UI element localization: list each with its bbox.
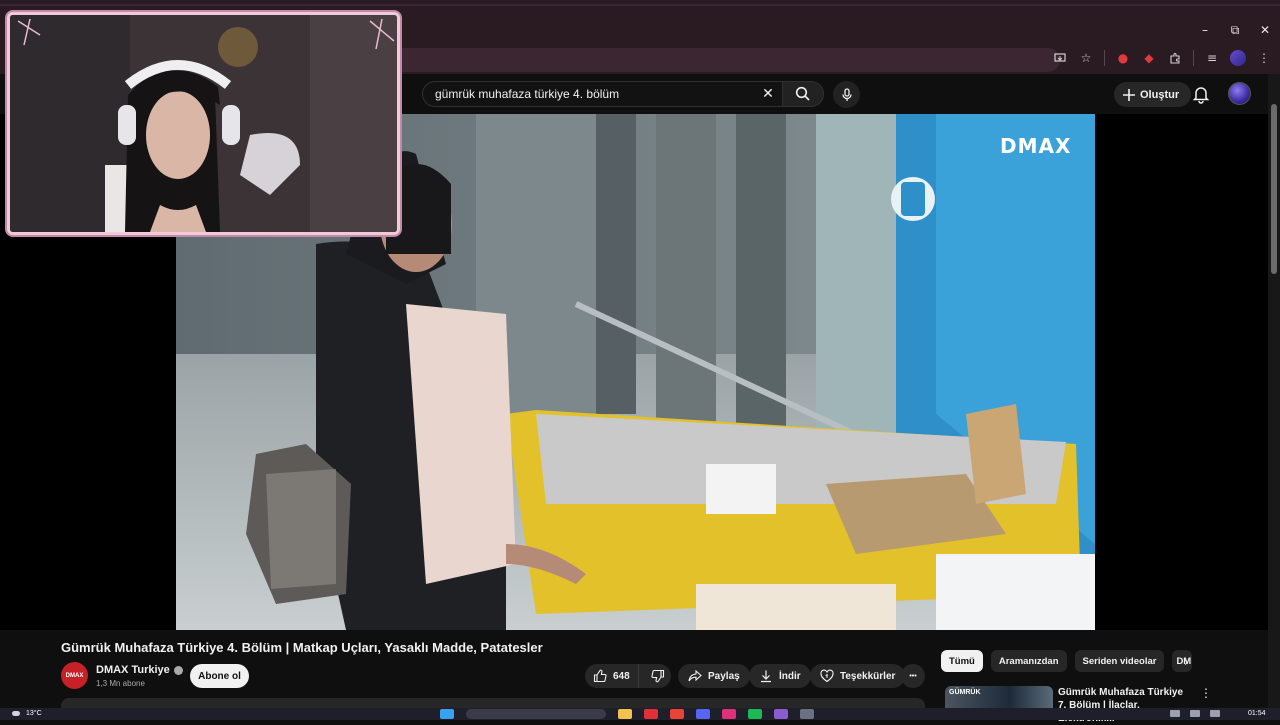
subscribe-button[interactable]: Abone ol xyxy=(190,664,249,688)
browser-menu-icon[interactable]: ⋮ xyxy=(1256,50,1272,66)
minimize-button[interactable]: – xyxy=(1190,18,1220,42)
recommended-video-menu-icon[interactable]: ⋮ xyxy=(1200,686,1212,700)
discord-icon[interactable] xyxy=(696,709,710,719)
recommended-video-thumbnail[interactable]: GÜMRÜK xyxy=(945,686,1053,708)
toolbar-divider xyxy=(1193,50,1194,66)
channel-name[interactable]: DMAX Turkiye xyxy=(96,664,170,676)
thanks-button[interactable]: Teşekkürler xyxy=(810,664,906,688)
close-window-button[interactable]: ✕ xyxy=(1250,18,1280,42)
like-count: 648 xyxy=(613,670,630,682)
microphone-icon xyxy=(841,87,852,101)
chips-next-chevron-icon[interactable]: › xyxy=(1184,655,1189,669)
taskbar-clock[interactable]: 01:54 xyxy=(1248,710,1266,717)
plus-icon xyxy=(1123,88,1135,101)
weather-widget[interactable]: 13°C xyxy=(12,710,42,717)
settings-app-icon[interactable] xyxy=(800,709,814,719)
chip-dmax[interactable]: DM xyxy=(1172,650,1193,672)
extension-shield-icon[interactable]: ◆ xyxy=(1141,50,1157,66)
thumbs-down-icon xyxy=(651,669,664,683)
taskbar-apps xyxy=(440,709,814,719)
extension-red-icon[interactable]: ● xyxy=(1115,50,1131,66)
bookmark-star-icon[interactable]: ☆ xyxy=(1078,50,1094,66)
clear-search-icon[interactable]: ✕ xyxy=(754,86,782,102)
related-filter-chips: Tümü Aramanızdan Seriden videolar DM xyxy=(941,650,1193,674)
window-controls: – ⧉ ✕ xyxy=(1190,18,1280,42)
channel-avatar[interactable]: DMAX xyxy=(61,662,88,689)
download-icon xyxy=(761,670,771,683)
dmax-watermark-logo: DMAX xyxy=(1000,134,1072,158)
webcam-feed xyxy=(10,15,397,232)
page-scrollbar[interactable] xyxy=(1268,74,1280,720)
network-icon[interactable] xyxy=(1190,710,1200,717)
media-controls-icon[interactable]: ≡ xyxy=(1204,50,1220,66)
address-bar[interactable] xyxy=(300,48,1060,72)
tab-strip xyxy=(0,4,1280,6)
chip-from-your-search[interactable]: Aramanızdan xyxy=(990,650,1067,672)
chip-from-series[interactable]: Seriden videolar xyxy=(1074,650,1165,672)
restore-button[interactable]: ⧉ xyxy=(1220,18,1250,42)
chrome-icon[interactable] xyxy=(670,709,684,719)
share-label: Paylaş xyxy=(708,670,740,682)
taskbar-search[interactable] xyxy=(466,709,606,719)
like-button[interactable]: 648 xyxy=(585,664,639,688)
share-button[interactable]: Paylaş xyxy=(678,664,750,688)
spotify-icon[interactable] xyxy=(748,709,762,719)
subscriber-count: 1,3 Mn abone xyxy=(96,679,145,688)
file-explorer-icon[interactable] xyxy=(618,709,632,719)
windows-start-icon[interactable] xyxy=(440,709,454,719)
more-actions-button[interactable]: ••• xyxy=(901,664,925,688)
system-tray xyxy=(1170,710,1220,717)
opera-icon[interactable] xyxy=(644,709,658,719)
extensions-puzzle-icon[interactable] xyxy=(1167,50,1183,66)
description-box[interactable] xyxy=(61,698,925,708)
volume-icon[interactable] xyxy=(1210,710,1220,717)
pinned-app-icon[interactable] xyxy=(722,709,736,719)
toolbar-divider xyxy=(1104,50,1105,66)
streamer-webcam-overlay xyxy=(7,12,400,235)
thumbs-up-icon xyxy=(593,669,607,683)
chip-all[interactable]: Tümü xyxy=(941,650,983,672)
search-button[interactable] xyxy=(782,81,824,107)
toolbar-icons: ☆ ● ◆ ≡ ⋮ xyxy=(1052,50,1272,66)
browser-app-icon[interactable] xyxy=(774,709,788,719)
tray-up-icon[interactable] xyxy=(1170,710,1180,717)
verified-check-icon xyxy=(173,665,183,675)
super-thanks-icon xyxy=(820,669,834,683)
search-input[interactable]: gümrük muhafaza türkiye 4. bölüm xyxy=(435,87,754,101)
scrollbar-thumb[interactable] xyxy=(1271,104,1277,274)
download-label: İndir xyxy=(779,670,801,682)
notifications-bell-icon[interactable] xyxy=(1191,84,1211,104)
like-dislike-group: 648 xyxy=(585,664,671,688)
install-app-icon[interactable] xyxy=(1052,50,1068,66)
browser-profile-avatar[interactable] xyxy=(1230,50,1246,66)
video-title: Gümrük Muhafaza Türkiye 4. Bölüm | Matka… xyxy=(61,640,543,655)
channel-name-row[interactable]: DMAX Turkiye xyxy=(96,664,183,676)
more-dots-icon: ••• xyxy=(909,672,917,680)
search-icon xyxy=(795,86,810,101)
voice-search-button[interactable] xyxy=(833,81,860,108)
cloud-icon xyxy=(12,711,20,716)
weather-temp: 13°C xyxy=(26,710,42,717)
create-label: Oluştur xyxy=(1140,88,1180,101)
account-avatar[interactable] xyxy=(1228,82,1251,105)
download-button[interactable]: İndir xyxy=(749,664,811,688)
share-arrow-icon xyxy=(688,669,702,682)
thanks-label: Teşekkürler xyxy=(840,670,896,682)
create-button[interactable]: Oluştur xyxy=(1114,82,1192,107)
dislike-button[interactable] xyxy=(645,664,671,688)
search-box[interactable]: gümrük muhafaza türkiye 4. bölüm ✕ xyxy=(422,81,782,107)
